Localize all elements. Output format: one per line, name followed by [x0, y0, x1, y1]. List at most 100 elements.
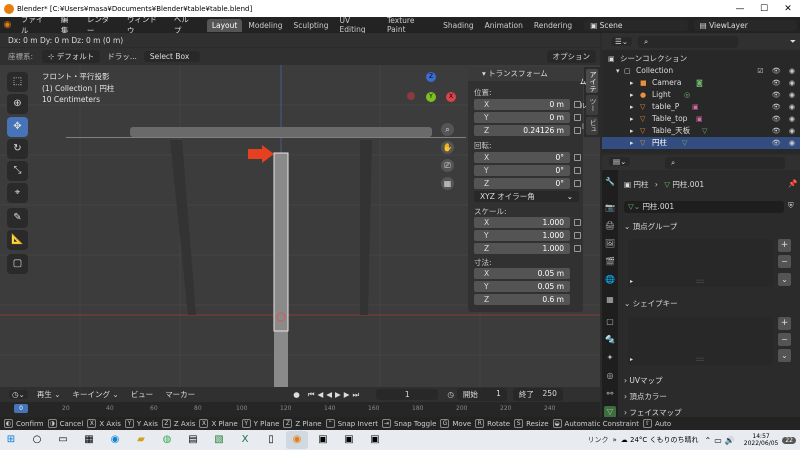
close-button[interactable]: ✕	[776, 4, 800, 14]
gizmo-x-axis[interactable]: X	[446, 92, 456, 102]
playhead[interactable]: 0	[14, 404, 28, 413]
transform-panel-header[interactable]: ▾ トランスフォーム	[468, 67, 583, 81]
outliner-row-table-tenban[interactable]: ▸ ▽ Table_天板 ▽ 👁 ◉	[602, 125, 800, 137]
list-resize-handle[interactable]: ::::	[696, 278, 704, 285]
scale-z-field[interactable]: Z 1.000	[474, 243, 570, 254]
chevron-up-icon[interactable]: »	[612, 436, 616, 444]
world-tab-icon[interactable]: 🌐	[604, 274, 616, 286]
view-layer-tab-icon[interactable]: 🖼	[604, 238, 616, 250]
tab-animation[interactable]: Animation	[480, 19, 528, 32]
display-mode-icon[interactable]: ☰⌄	[611, 37, 633, 46]
modifier-tab-icon[interactable]: 🔩	[604, 334, 616, 346]
outliner-row-collection[interactable]: ▾ ▢ Collection ☑ 👁 ◉	[602, 65, 800, 77]
location-z-field[interactable]: Z 0.24126 m	[474, 125, 570, 136]
viewlayer-selector[interactable]: ▤ ViewLayer	[693, 19, 797, 31]
measure-tool-icon[interactable]: 📐	[7, 230, 28, 250]
outliner-search-input[interactable]: ⌕	[638, 35, 739, 48]
windows-start-icon[interactable]: ⊞	[0, 431, 22, 449]
rotation-z-field[interactable]: Z 0°	[474, 178, 570, 189]
file-explorer-icon[interactable]: ▰	[130, 431, 152, 449]
tool-tab-icon[interactable]: 🔧	[604, 176, 616, 188]
lock-icon[interactable]	[574, 167, 581, 174]
output-tab-icon[interactable]: 🖨	[604, 220, 616, 232]
maximize-button[interactable]: ☐	[752, 4, 776, 14]
visibility-icons[interactable]: 👁 ◉	[772, 89, 798, 101]
excel-icon[interactable]: ▧	[208, 431, 230, 449]
start-frame-field[interactable]: 開始 1	[456, 388, 507, 401]
add-shape-key-button[interactable]: +	[778, 317, 791, 330]
playback-controls[interactable]: ⏮◀◀▶▶⏭	[308, 390, 363, 400]
gizmo-neg-x[interactable]	[407, 92, 415, 100]
fake-user-shield-icon[interactable]: ⛨	[788, 201, 794, 211]
select-box-dropdown[interactable]: Select Box	[143, 51, 200, 62]
vertex-groups-panel-header[interactable]: ⌄ 頂点グループ	[624, 221, 677, 232]
editor-type-icon[interactable]: ▤⌄	[609, 157, 631, 166]
gizmo-z-axis[interactable]: Z	[426, 72, 436, 82]
render-tab-icon[interactable]: 📷	[604, 202, 616, 214]
rotate-tool-icon[interactable]: ↻	[7, 139, 28, 159]
scale-x-field[interactable]: X 1.000	[474, 217, 570, 228]
scale-tool-icon[interactable]: ⤡	[7, 161, 28, 181]
location-y-field[interactable]: Y 0 m	[474, 112, 570, 123]
pin-icon[interactable]: 📌	[788, 179, 797, 188]
editor-type-icon[interactable]: ◷⌄	[9, 390, 28, 399]
current-frame-field[interactable]: 1	[376, 389, 439, 400]
tab-tool[interactable]: ツール	[579, 95, 598, 115]
cursor-tool-icon[interactable]: ⊕	[7, 94, 28, 114]
notepad-icon[interactable]: ▯	[260, 431, 282, 449]
options-dropdown[interactable]: オプション	[546, 50, 596, 63]
app-icon[interactable]: ▣	[364, 431, 386, 449]
lock-icon[interactable]	[574, 219, 581, 226]
mesh-name-field[interactable]: ▽⌄ 円柱.001	[624, 201, 784, 213]
tab-item[interactable]: アイテム	[579, 69, 598, 93]
chrome-icon[interactable]: ◍	[156, 431, 178, 449]
outliner-row-table-p[interactable]: ▸ ▽ table_P ▣ 👁 ◉	[602, 101, 800, 113]
visibility-icons[interactable]: 👁 ◉	[772, 101, 798, 113]
pan-hand-icon[interactable]: ✋	[441, 141, 454, 154]
system-tray-icons[interactable]: ⌃▭🔊	[705, 436, 738, 445]
lock-icon[interactable]	[574, 180, 581, 187]
visibility-icons[interactable]: 👁 ◉	[772, 77, 798, 89]
dimension-x-field[interactable]: X 0.05 m	[474, 268, 570, 279]
dimension-y-field[interactable]: Y 0.05 m	[474, 281, 570, 292]
tab-shading[interactable]: Shading	[438, 19, 478, 32]
app-icon[interactable]: ▣	[312, 431, 334, 449]
task-view-icon[interactable]: ▭	[52, 431, 74, 449]
search-icon[interactable]: ○	[26, 431, 48, 449]
weather-widget[interactable]: ☁ 24°C くもりのち晴れ	[621, 435, 699, 445]
record-icon[interactable]: ●	[293, 390, 300, 399]
scale-y-field[interactable]: Y 1.000	[474, 230, 570, 241]
constraints-tab-icon[interactable]: ⚯	[604, 388, 616, 400]
remove-vertex-group-button[interactable]: −	[778, 255, 791, 268]
rotation-y-field[interactable]: Y 0°	[474, 165, 570, 176]
outliner-row-table-top[interactable]: ▸ ▽ Table_top ▣ 👁 ◉	[602, 113, 800, 125]
shape-keys-panel-header[interactable]: ⌄ シェイプキー	[624, 298, 678, 309]
tab-sculpting[interactable]: Sculpting	[288, 19, 333, 32]
lock-icon[interactable]	[574, 232, 581, 239]
list-resize-handle[interactable]: ::::	[696, 356, 704, 363]
physics-tab-icon[interactable]: ◎	[604, 370, 616, 382]
tab-layout[interactable]: Layout	[206, 18, 243, 32]
vertex-group-specials-button[interactable]: ⌄	[778, 273, 791, 286]
transform-tool-icon[interactable]: ⌖	[7, 183, 28, 203]
clock[interactable]: 14:57 2022/06/05	[744, 433, 779, 447]
ortho-grid-icon[interactable]: ▦	[441, 177, 454, 190]
move-tool-icon[interactable]: ✥	[7, 117, 28, 137]
outliner-row-camera[interactable]: ▸ ■ Camera ◙ 👁 ◉	[602, 77, 800, 89]
minimize-button[interactable]: —	[728, 4, 752, 14]
location-x-field[interactable]: X 0 m	[474, 99, 570, 110]
vertex-colors-panel-header[interactable]: › 頂点カラー	[624, 391, 667, 402]
edge-icon[interactable]: ◉	[104, 431, 126, 449]
visibility-icons[interactable]: 👁 ◉	[772, 137, 798, 149]
tab-view[interactable]: ビュー	[579, 117, 598, 135]
camera-view-icon[interactable]: ⎚	[441, 159, 454, 172]
playback-menu[interactable]: 再生 ⌄	[37, 389, 61, 400]
timeline-ruler[interactable]: 0 20 40 60 80 100 120 140 160 180 200 22…	[0, 402, 600, 417]
rotation-x-field[interactable]: X 0°	[474, 152, 570, 163]
properties-search-input[interactable]: ⌕	[665, 157, 785, 169]
scene-tab-icon[interactable]: 🎬	[604, 256, 616, 268]
annotate-tool-icon[interactable]: ✎	[7, 208, 28, 228]
app-icon[interactable]: ▣	[338, 431, 360, 449]
uv-maps-panel-header[interactable]: › UVマップ	[624, 375, 663, 386]
visibility-icons[interactable]: 👁 ◉	[772, 125, 798, 137]
